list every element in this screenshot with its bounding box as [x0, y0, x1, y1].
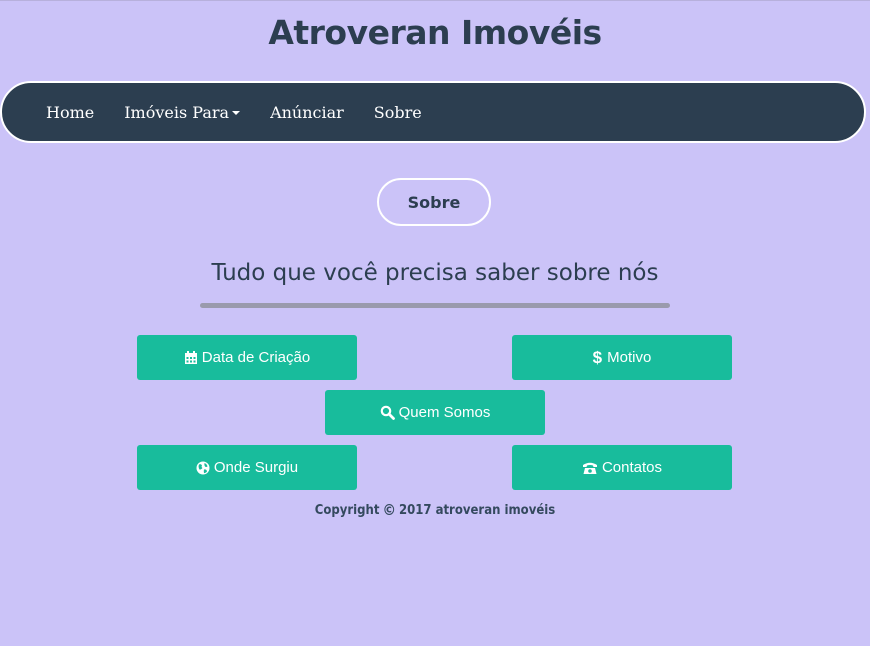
navbar: Home Imóveis Para Anúnciar Sobre	[0, 81, 866, 143]
calendar-icon	[184, 350, 198, 365]
onde-surgiu-label: Onde Surgiu	[213, 459, 299, 476]
dollar-icon: $	[592, 347, 603, 367]
page-subtitle: Tudo que você precisa saber sobre nós	[211, 260, 659, 286]
nav-item-home[interactable]: Home	[46, 103, 94, 122]
search-icon	[380, 405, 395, 420]
onde-surgiu-button[interactable]: Onde Surgiu	[137, 445, 357, 490]
nav-item-imoveis-para[interactable]: Imóveis Para	[124, 102, 241, 122]
phone-icon	[582, 461, 598, 475]
divider	[200, 303, 670, 308]
footer-prefix: Copyright	[314, 502, 380, 518]
data-criacao-button[interactable]: Data de Criação	[137, 335, 357, 380]
section-label-sobre: Sobre	[377, 178, 491, 226]
contatos-button[interactable]: Contatos	[512, 445, 732, 490]
contatos-label: Contatos	[601, 459, 663, 476]
footer-text: 2017 atroveran imovéis	[398, 502, 556, 518]
nav-item-sobre[interactable]: Sobre	[374, 103, 422, 122]
copyright-icon: ©	[382, 501, 396, 519]
motivo-label: Motivo	[607, 349, 652, 366]
data-criacao-label: Data de Criação	[201, 349, 311, 366]
motivo-button[interactable]: $ Motivo	[512, 335, 732, 380]
globe-icon	[196, 461, 210, 475]
nav-item-imoveis-para-label: Imóveis Para	[124, 102, 230, 122]
quem-somos-label: Quem Somos	[398, 404, 491, 421]
footer-copyright: Copyright © 2017 atroveran imovéis	[0, 501, 870, 519]
quem-somos-button[interactable]: Quem Somos	[325, 390, 545, 435]
nav-item-anunciar[interactable]: Anúnciar	[270, 103, 344, 122]
caret-down-icon	[232, 111, 241, 115]
site-title: Atroveran Imovéis	[268, 13, 602, 52]
